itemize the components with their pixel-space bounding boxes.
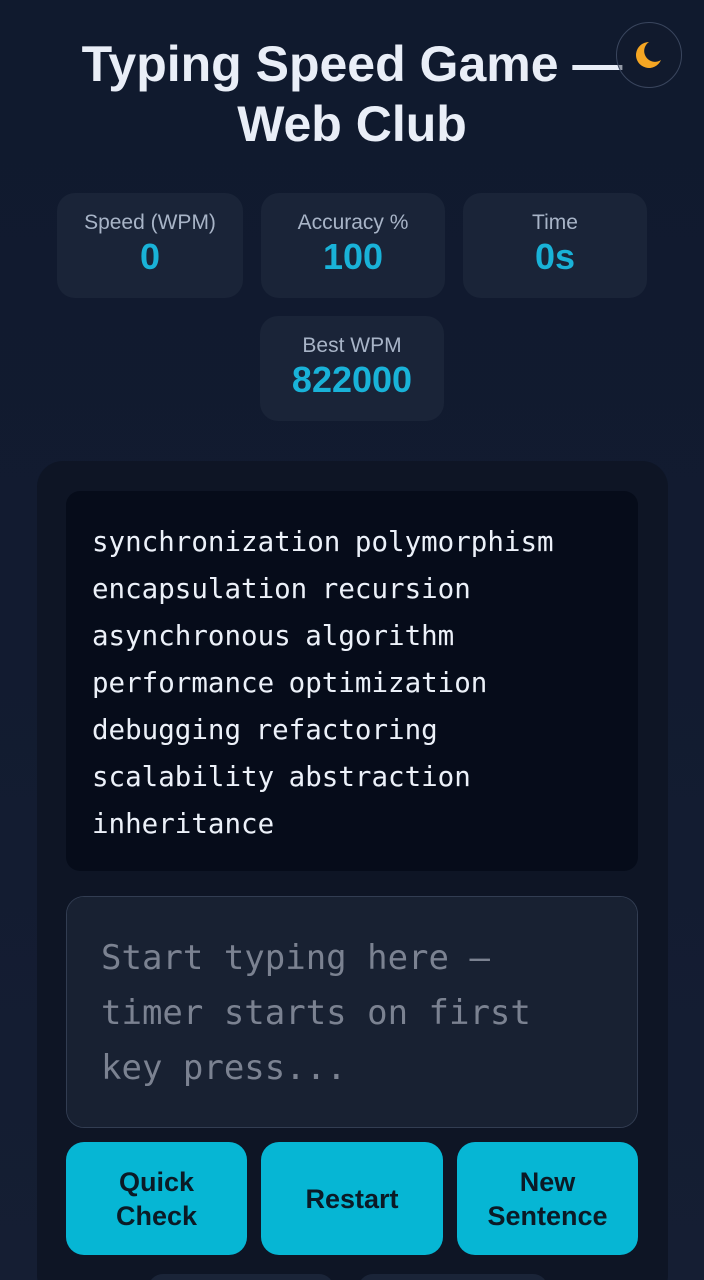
stat-label-wpm: Speed (WPM) (84, 211, 216, 234)
stat-card-best-wpm: Best WPM 822000 (260, 316, 444, 421)
stat-value-accuracy: 100 (322, 236, 384, 277)
page-title: Typing Speed Game — Web Club (81, 36, 623, 152)
stat-value-time: 0s (534, 236, 576, 277)
stat-label-accuracy: Accuracy % (297, 211, 409, 234)
stat-value-best-wpm: 822000 (291, 359, 413, 400)
moon-icon (635, 40, 663, 70)
new-sentence-button[interactable]: New Sentence (457, 1142, 638, 1255)
stat-card-wpm: Speed (WPM) 0 (57, 193, 243, 298)
stat-label-best-wpm: Best WPM (302, 334, 402, 357)
secondary-button[interactable] (148, 1274, 334, 1280)
stat-card-time: Time 0s (463, 193, 647, 298)
stat-card-accuracy: Accuracy % 100 (261, 193, 445, 298)
quick-check-button[interactable]: Quick Check (66, 1142, 247, 1255)
typing-input[interactable] (66, 896, 638, 1128)
target-sentence: synchronization polymorphism encapsulati… (66, 491, 638, 871)
restart-button[interactable]: Restart (261, 1142, 443, 1255)
theme-toggle-button[interactable] (616, 22, 682, 88)
stat-label-time: Time (532, 211, 578, 234)
stat-value-wpm: 0 (139, 236, 161, 277)
secondary-button[interactable] (358, 1274, 548, 1280)
